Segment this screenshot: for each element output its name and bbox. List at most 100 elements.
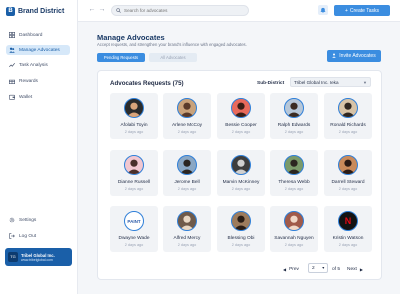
advocate-name: Ronald Richards — [330, 123, 366, 128]
sub-district-select[interactable]: Tribel Global Inc. Ieka ▼ — [290, 77, 371, 87]
avatar — [177, 211, 197, 231]
advocate-card[interactable]: Jerome Bell 2 days ago — [163, 150, 211, 196]
chevron-down-icon: ▼ — [363, 80, 367, 85]
request-time: 2 days ago — [124, 243, 144, 247]
brand-logo-icon: B — [6, 6, 15, 16]
create-tasks-button[interactable]: + Create Tasks — [334, 5, 390, 16]
avatar — [124, 98, 144, 118]
advocate-card[interactable]: Marvin McKinney 2 days ago — [217, 150, 265, 196]
sub-district-value: Tribel Global Inc. Ieka — [294, 79, 339, 85]
tab-all-advocates[interactable]: All Advocates — [149, 53, 197, 62]
next-label: Next — [347, 266, 357, 272]
sidebar-item-label: Rewards — [19, 78, 38, 84]
sidebar-item-settings[interactable]: Settings — [6, 215, 70, 225]
advocate-card[interactable]: Arlene McCoy 2 days ago — [163, 93, 211, 139]
panel-title: Advocates Requests (75) — [110, 80, 184, 87]
next-page-button[interactable]: Next ▶ — [347, 264, 363, 274]
page-title: Manage Advocates — [97, 33, 165, 42]
page-total: of 5 — [332, 266, 341, 272]
request-time: 2 days ago — [338, 187, 358, 191]
advocate-card[interactable]: Afolabi Toyin 2 days ago — [110, 93, 158, 139]
person-silhouette-icon — [233, 159, 249, 174]
chevron-down-icon: ▼ — [321, 266, 325, 270]
organization-logo-icon: TG — [8, 252, 18, 262]
tab-bar: Pending Requests All Advocates — [97, 53, 197, 62]
sidebar-item-manage-advocates[interactable]: Manage Advocates — [6, 45, 70, 55]
forward-arrow-icon[interactable]: → — [98, 6, 106, 14]
tab-pending-requests[interactable]: Pending Requests — [97, 53, 145, 62]
advocate-card[interactable]: Ronald Richards 2 days ago — [324, 93, 372, 139]
sidebar-item-logout[interactable]: Log Out — [6, 231, 70, 241]
avatar: PAINT — [124, 211, 144, 231]
request-time: 2 days ago — [338, 243, 358, 247]
person-silhouette-icon — [126, 102, 142, 117]
search-box[interactable] — [111, 5, 249, 16]
advocate-card[interactable]: Alfred Mercy 2 days ago — [163, 206, 211, 252]
invite-advocates-button[interactable]: Invite Advocates — [327, 50, 381, 62]
advocate-card[interactable]: Savannah Nguyen 2 days ago — [270, 206, 318, 252]
chevron-left-icon: ◀ — [283, 266, 287, 272]
advocate-name: Marvin McKinney — [222, 180, 260, 185]
advocate-name: Alfred Mercy — [173, 236, 201, 241]
advocate-card[interactable]: PAINT Dwayne Wade 2 days ago — [110, 206, 158, 252]
advocate-card[interactable]: Darrell Steward 2 days ago — [324, 150, 372, 196]
sidebar-item-task-analysis[interactable]: Task Analysis — [6, 60, 70, 70]
avatar — [177, 155, 197, 175]
sidebar-item-label: Wallet — [19, 94, 33, 100]
prev-page-button[interactable]: ◀ Prev — [283, 264, 299, 274]
avatar — [338, 155, 358, 175]
advocate-name: Theresa Webb — [278, 180, 310, 185]
avatar-logo-badge: PAINT — [127, 218, 141, 224]
sidebar-item-wallet[interactable]: Wallet — [6, 92, 70, 102]
back-arrow-icon[interactable]: ← — [88, 6, 96, 14]
avatar — [284, 98, 304, 118]
brand-name: Brand District — [18, 7, 65, 15]
sidebar: B Brand District Dashboard Manage Advoca… — [0, 0, 78, 294]
gear-icon — [9, 217, 15, 223]
sidebar-item-dashboard[interactable]: Dashboard — [6, 30, 70, 40]
page-number-select[interactable]: 2 ▼ — [308, 263, 328, 273]
advocate-name: Darrell Steward — [331, 180, 365, 185]
advocate-card[interactable]: Blessing Obi 2 days ago — [217, 206, 265, 252]
grid-icon — [9, 32, 15, 38]
advocate-name: Dwayne Wade — [118, 236, 150, 241]
avatar: N — [338, 211, 358, 231]
request-time: 2 days ago — [231, 243, 251, 247]
person-silhouette-icon — [286, 159, 302, 174]
sidebar-item-rewards[interactable]: Rewards — [6, 76, 70, 86]
sub-district-label: Sub-District — [257, 81, 285, 86]
top-bar: ← → + Create Tasks — [78, 0, 400, 22]
advocate-name: Jerome Bell — [174, 180, 200, 185]
advocate-name: Savannah Nguyen — [274, 236, 314, 241]
notification-button[interactable] — [318, 5, 328, 15]
advocate-card[interactable]: Bessie Cooper 2 days ago — [217, 93, 265, 139]
request-time: 2 days ago — [177, 130, 197, 134]
plus-icon: + — [344, 7, 348, 14]
request-time: 2 days ago — [231, 130, 251, 134]
person-silhouette-icon — [340, 102, 356, 117]
avatar — [338, 98, 358, 118]
advocate-name: Kristin Watson — [332, 236, 364, 241]
advocate-card[interactable]: N Kristin Watson 2 days ago — [324, 206, 372, 252]
organization-card[interactable]: TG Tribel Global Inc. www.tribelglobal.c… — [5, 248, 72, 266]
invite-advocates-label: Invite Advocates — [339, 53, 376, 59]
search-icon — [116, 8, 121, 13]
request-time: 2 days ago — [231, 187, 251, 191]
person-silhouette-icon — [233, 215, 249, 230]
advocate-card[interactable]: Dianne Russell 2 days ago — [110, 150, 158, 196]
avatar-logo-badge: N — [344, 216, 352, 226]
search-input[interactable] — [124, 8, 244, 13]
organization-email: www.tribelglobal.com — [21, 257, 53, 262]
advocate-card[interactable]: Ralph Edwards 2 days ago — [270, 93, 318, 139]
avatar — [231, 211, 251, 231]
request-time: 2 days ago — [284, 187, 304, 191]
person-silhouette-icon — [179, 102, 195, 117]
sidebar-item-label: Log Out — [19, 233, 37, 239]
avatar — [177, 98, 197, 118]
avatar — [284, 211, 304, 231]
brand[interactable]: B Brand District — [6, 5, 64, 17]
avatar — [231, 155, 251, 175]
advocate-card[interactable]: Theresa Webb 2 days ago — [270, 150, 318, 196]
request-time: 2 days ago — [177, 243, 197, 247]
request-time: 2 days ago — [177, 187, 197, 191]
